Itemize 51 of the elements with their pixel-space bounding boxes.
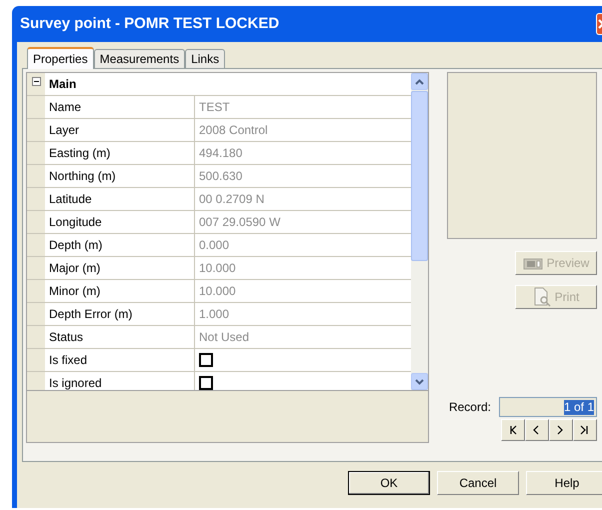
property-value: Not Used <box>199 329 250 346</box>
chevron-up-icon <box>415 78 424 84</box>
property-label: Status <box>45 326 195 348</box>
camera-icon <box>522 256 543 270</box>
first-record-icon <box>508 425 518 435</box>
property-value: 00 0.2709 N <box>199 191 264 208</box>
previous-button[interactable] <box>525 419 549 441</box>
scroll-down-button[interactable] <box>411 373 428 390</box>
last-record-icon <box>580 425 590 435</box>
property-value: 2008 Control <box>199 122 268 139</box>
property-label: Major (m) <box>45 257 195 279</box>
record-label: Record: <box>448 399 491 416</box>
property-label: Depth (m) <box>45 234 195 256</box>
property-label: Latitude <box>45 188 195 210</box>
property-value: 500.630 <box>199 168 242 185</box>
property-label: Longitude <box>45 211 195 233</box>
property-value: TEST <box>199 99 230 116</box>
scroll-thumb[interactable] <box>411 91 428 261</box>
property-label: Northing (m) <box>45 165 195 187</box>
record-field[interactable]: 1 of 1 <box>499 397 597 417</box>
property-label: Minor (m) <box>45 280 195 302</box>
property-label: Name <box>45 96 195 118</box>
next-button[interactable] <box>549 419 573 441</box>
tab[interactable]: Measurements <box>94 49 186 68</box>
property-value: 007 29.0590 W <box>199 214 280 231</box>
dialog-button[interactable]: Cancel <box>437 471 519 495</box>
category-header: Main <box>45 73 411 95</box>
last-record-button[interactable] <box>573 419 597 441</box>
property-value: 494.180 <box>199 145 242 162</box>
property-value: 0.000 <box>199 237 230 254</box>
property-label: Depth Error (m) <box>45 303 195 325</box>
dialog-button[interactable]: Help <box>526 471 602 495</box>
property-label: Easting (m) <box>45 142 195 164</box>
dialog-button[interactable]: OK <box>348 471 430 495</box>
property-label: Is fixed <box>45 349 195 371</box>
collapse-icon[interactable] <box>32 77 40 86</box>
first-record-button[interactable] <box>501 419 525 441</box>
property-value: 10.000 <box>199 283 236 300</box>
property-value: 10.000 <box>199 260 236 277</box>
chevron-down-icon <box>415 378 424 384</box>
document-magnifier-icon <box>532 287 551 307</box>
property-value: 1.000 <box>199 306 230 323</box>
scrollbar[interactable] <box>411 73 428 390</box>
scroll-up-button[interactable] <box>411 73 428 90</box>
property-label: Is ignored <box>45 372 195 390</box>
checkbox[interactable] <box>199 353 213 367</box>
window-title: Survey point - POMR TEST LOCKED <box>20 14 280 34</box>
property-label: Layer <box>45 119 195 141</box>
tab[interactable]: Links <box>185 49 226 68</box>
checkbox[interactable] <box>199 376 213 390</box>
tab[interactable]: Properties <box>27 47 94 69</box>
